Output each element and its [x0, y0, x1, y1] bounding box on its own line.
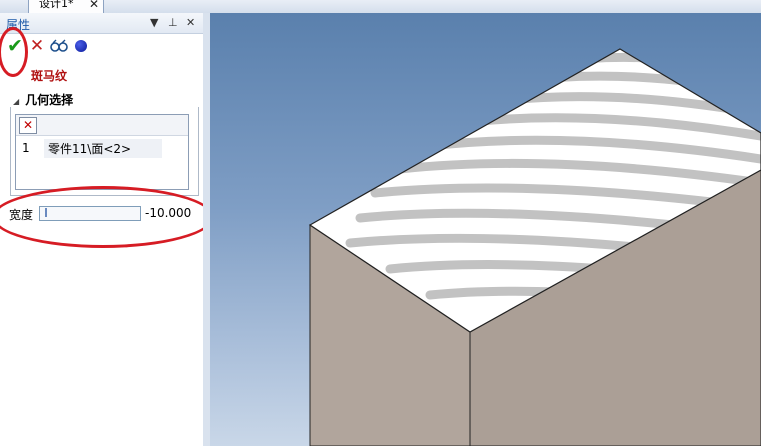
close-panel-icon[interactable]: ✕ [186, 16, 195, 29]
list-toolbar: ✕ [16, 115, 188, 136]
dropdown-arrow-icon[interactable]: ▼ [150, 16, 158, 29]
geometry-group-header[interactable]: ◢ 几何选择 [13, 91, 73, 108]
delete-x-icon[interactable]: ✕ [19, 117, 37, 134]
close-tab-icon[interactable]: ✕ [89, 0, 99, 13]
feature-title: 斑马纹 [31, 69, 68, 83]
list-item-index: 1 [22, 141, 30, 155]
list-item[interactable]: 1 零件11\面<2> [16, 139, 188, 158]
geometry-selection-list[interactable]: ✕ 1 零件11\面<2> [15, 114, 189, 190]
list-item-value: 零件11\面<2> [44, 139, 162, 158]
pin-icon[interactable]: ⊥ [168, 16, 178, 29]
highlight-ring-width [0, 186, 214, 248]
document-tab-label: 设计1* [39, 0, 74, 10]
geometry-group-title: 几何选择 [25, 93, 74, 107]
3d-viewport[interactable] [210, 13, 761, 446]
collapse-triangle-icon[interactable]: ◢ [13, 97, 19, 106]
panel-header: 属性 ▼ ⊥ ✕ [0, 13, 203, 34]
blue-dot-icon[interactable] [72, 37, 90, 55]
document-tab-strip: 设计1* ✕ [0, 0, 761, 14]
panel-toolbar: ✔ ✕ [0, 35, 203, 59]
cross-icon[interactable]: ✕ [28, 37, 46, 55]
glasses-icon[interactable] [50, 37, 68, 55]
document-tab[interactable]: 设计1* ✕ [28, 0, 104, 13]
panel-splitter[interactable] [203, 13, 210, 446]
zebra-box-model[interactable] [210, 13, 761, 446]
